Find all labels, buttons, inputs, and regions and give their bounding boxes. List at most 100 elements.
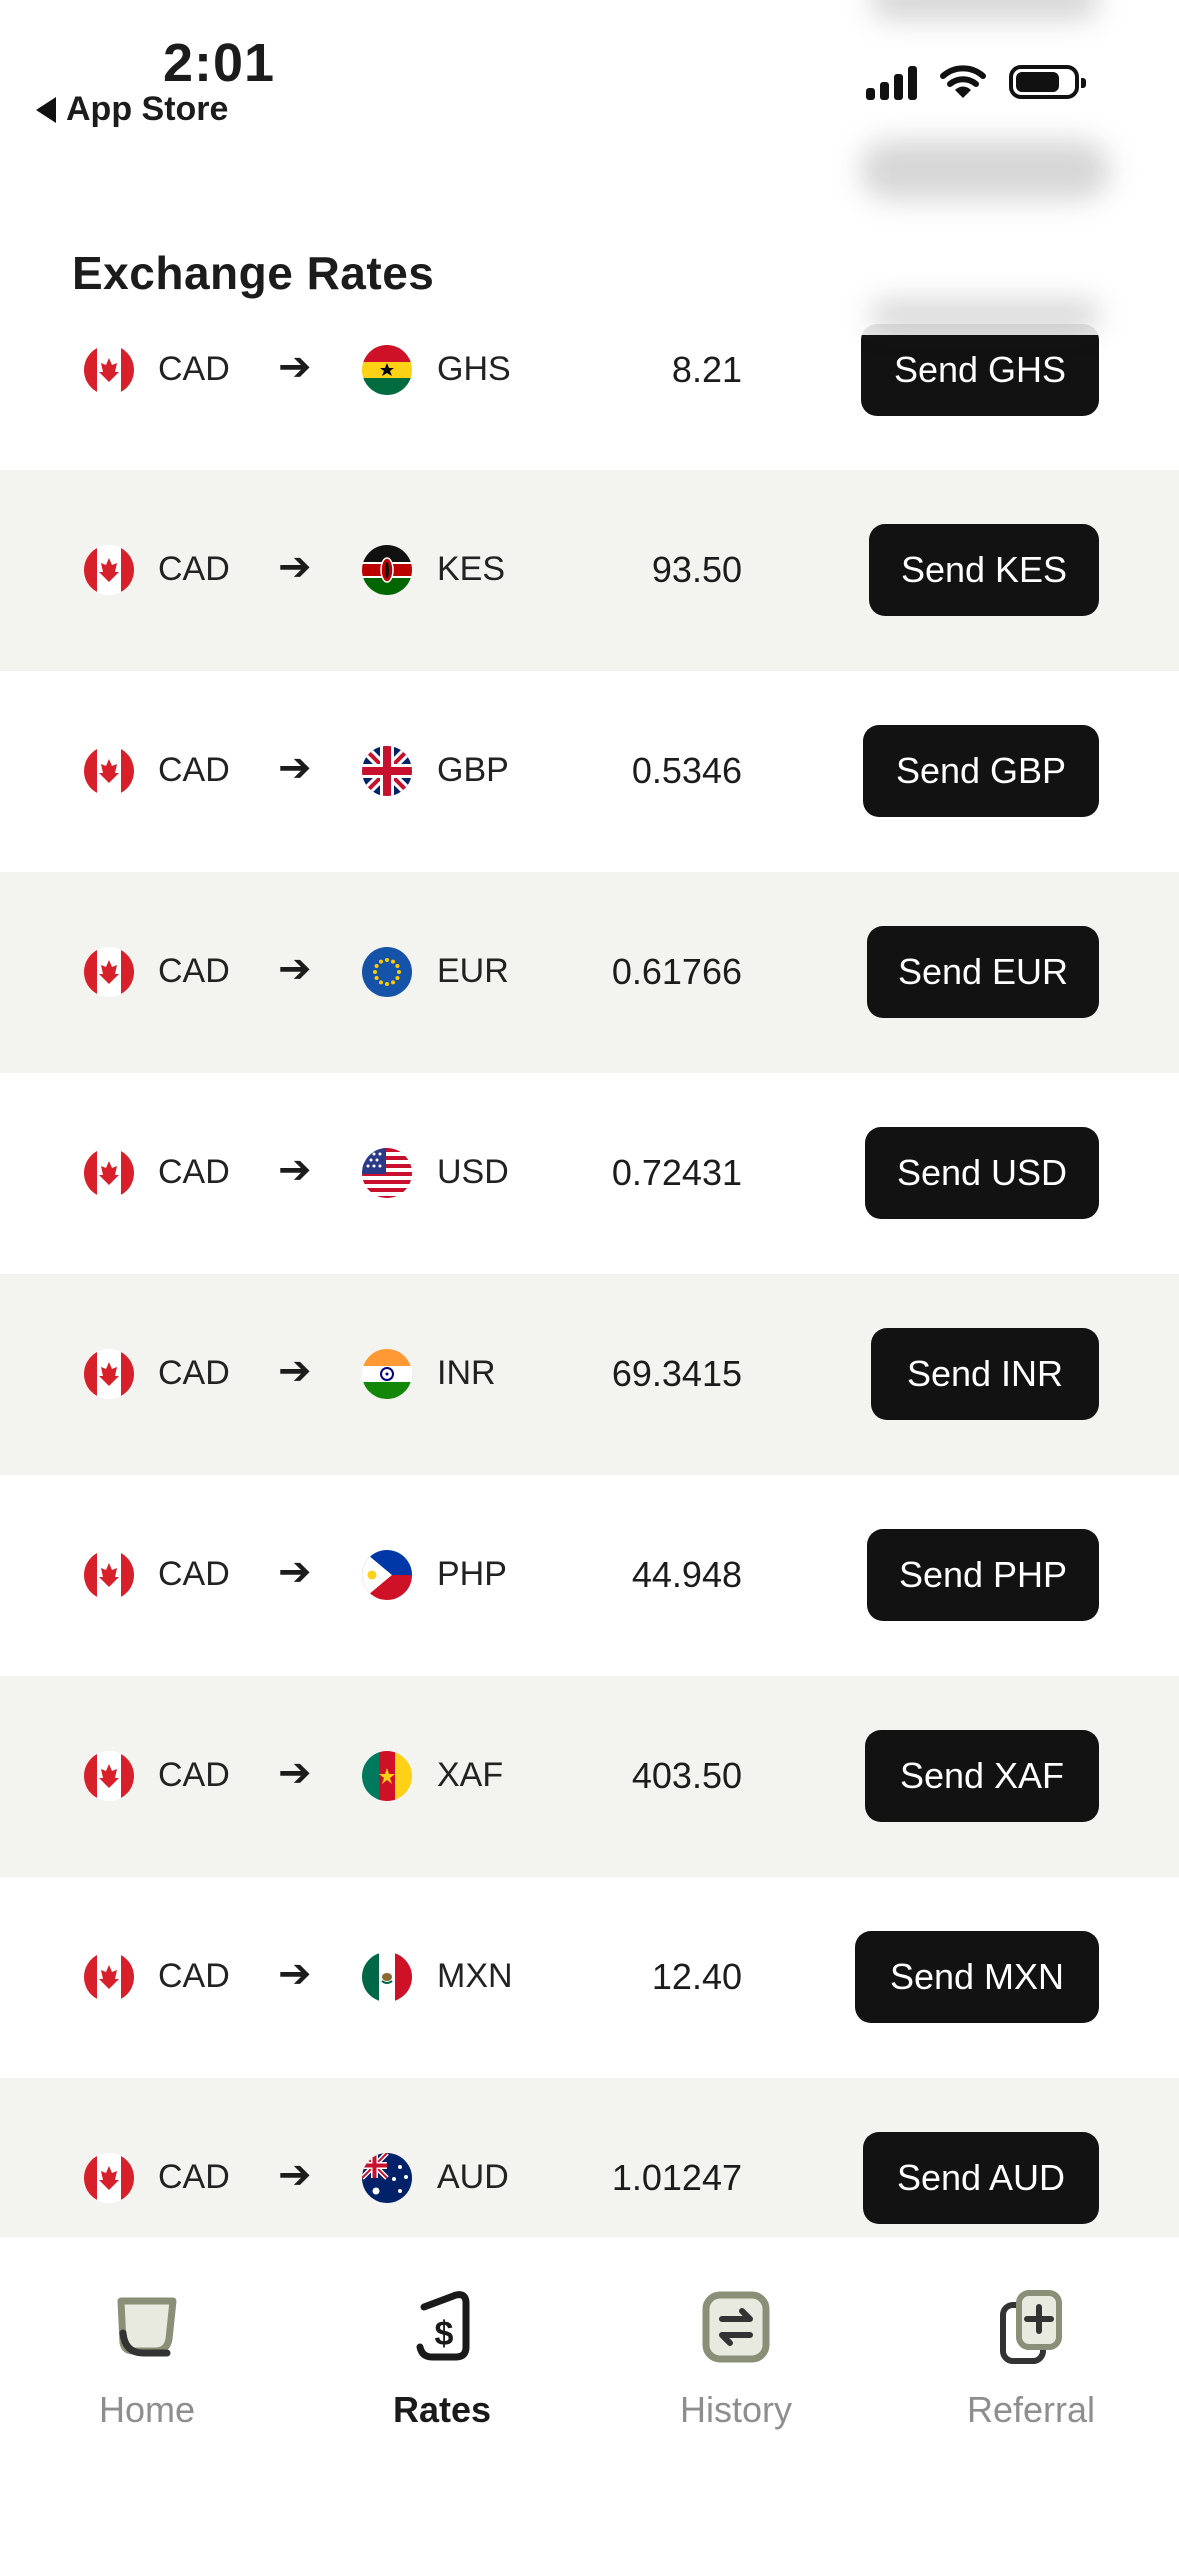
exchange-rate-value: 0.72431 — [611, 1152, 742, 1193]
rate-row: CAD ➔ USD 0.72431 Send USD — [0, 1073, 1179, 1274]
exchange-rate-value: 8.21 — [671, 349, 742, 390]
canada-flag-icon — [84, 1148, 134, 1198]
to-currency: XAF — [437, 1756, 504, 1794]
canada-flag-icon — [84, 345, 134, 395]
to-currency: GHS — [437, 350, 511, 388]
from-currency: CAD — [158, 1756, 230, 1794]
mexico-flag-icon — [362, 1952, 412, 2002]
uk-flag-icon — [362, 746, 412, 796]
to-currency: AUD — [437, 2158, 509, 2196]
from-currency: CAD — [158, 1957, 230, 1995]
status-time: 2:01 — [163, 33, 276, 93]
arrow-right-icon: ➔ — [278, 2153, 312, 2197]
scrolled-row-blur — [860, 140, 1110, 200]
send-xaf-button[interactable]: Send XAF — [865, 1730, 1099, 1822]
back-to-app-store[interactable]: App Store — [36, 90, 228, 129]
send-mxn-button[interactable]: Send MXN — [855, 1931, 1099, 2023]
from-currency: CAD — [158, 350, 230, 388]
arrow-right-icon: ➔ — [278, 746, 312, 790]
back-triangle-icon — [36, 96, 56, 123]
top-bar: 2:01 App Store Exchange Rates — [0, 0, 1179, 335]
eu-flag-icon — [362, 947, 412, 997]
to-currency: USD — [437, 1153, 509, 1191]
to-currency: EUR — [437, 952, 509, 990]
canada-flag-icon — [84, 1952, 134, 2002]
arrow-right-icon: ➔ — [278, 1550, 312, 1594]
from-currency: CAD — [158, 1354, 230, 1392]
arrow-right-icon: ➔ — [278, 1148, 312, 1192]
from-currency: CAD — [158, 2158, 230, 2196]
exchange-rate-value: 1.01247 — [611, 2157, 742, 2198]
arrow-right-icon: ➔ — [278, 1751, 312, 1795]
scrolled-row-blur — [870, 0, 1100, 20]
nav-history-label: History — [679, 2389, 792, 2430]
canada-flag-icon — [84, 545, 134, 595]
nav-referral-label: Referral — [966, 2389, 1096, 2430]
status-icons — [866, 64, 1086, 100]
from-currency: CAD — [158, 1555, 230, 1593]
rates-icon: $ — [416, 2291, 470, 2361]
exchange-rate-value: 44.948 — [631, 1554, 742, 1595]
rate-row: CAD ➔ INR 69.3415 Send INR — [0, 1274, 1179, 1475]
arrow-right-icon: ➔ — [278, 1349, 312, 1393]
referral-icon — [1000, 2290, 1062, 2364]
exchange-rate-value: 69.3415 — [611, 1353, 742, 1394]
wifi-icon — [940, 65, 986, 98]
rate-row: CAD ➔ XAF 403.50 Send XAF — [0, 1676, 1179, 1877]
send-gbp-button[interactable]: Send GBP — [863, 725, 1099, 817]
send-aud-button[interactable]: Send AUD — [863, 2132, 1099, 2224]
to-currency: MXN — [437, 1957, 513, 1995]
australia-flag-icon — [362, 2153, 412, 2203]
send-php-button[interactable]: Send PHP — [867, 1529, 1099, 1621]
to-currency: PHP — [437, 1555, 507, 1593]
from-currency: CAD — [158, 952, 230, 990]
nav-home-label: Home — [98, 2389, 196, 2430]
arrow-right-icon: ➔ — [278, 1952, 312, 1996]
exchange-rate-value: 93.50 — [651, 549, 742, 590]
send-eur-button[interactable]: Send EUR — [867, 926, 1099, 1018]
cameroon-flag-icon — [362, 1751, 412, 1801]
bottom-nav: Home $ Rates History Referral — [0, 2237, 1179, 2556]
india-flag-icon — [362, 1349, 412, 1399]
scrolled-row-blur — [870, 300, 1100, 330]
nav-history[interactable]: History — [636, 2287, 836, 2431]
arrow-right-icon: ➔ — [278, 545, 312, 589]
exchange-rate-value: 12.40 — [651, 1956, 742, 1997]
battery-icon — [1009, 65, 1086, 99]
arrow-right-icon: ➔ — [278, 947, 312, 991]
canada-flag-icon — [84, 1349, 134, 1399]
rate-row: CAD ➔ KES 93.50 Send KES — [0, 470, 1179, 671]
canada-flag-icon — [84, 2153, 134, 2203]
to-currency: KES — [437, 550, 506, 588]
history-icon — [702, 2291, 770, 2363]
rate-row: CAD ➔ EUR 0.61766 Send EUR — [0, 872, 1179, 1073]
page-title: Exchange Rates — [72, 247, 435, 299]
kenya-flag-icon — [362, 545, 412, 595]
rate-row: CAD ➔ PHP 44.948 Send PHP — [0, 1475, 1179, 1676]
canada-flag-icon — [84, 947, 134, 997]
from-currency: CAD — [158, 751, 230, 789]
back-label: App Store — [66, 90, 229, 128]
nav-rates-label: Rates — [392, 2389, 492, 2430]
svg-text:$: $ — [435, 2315, 454, 2353]
philippines-flag-icon — [362, 1550, 412, 1600]
rate-row: CAD ➔ GBP 0.5346 Send GBP — [0, 671, 1179, 872]
home-icon — [117, 2297, 177, 2357]
send-usd-button[interactable]: Send USD — [865, 1127, 1099, 1219]
send-ghs-button[interactable]: Send GHS — [861, 324, 1099, 416]
canada-flag-icon — [84, 1550, 134, 1600]
usa-flag-icon — [362, 1148, 412, 1198]
ghana-flag-icon — [362, 345, 412, 395]
to-currency: INR — [437, 1354, 496, 1392]
nav-home[interactable]: Home — [47, 2287, 247, 2431]
exchange-rate-value: 0.61766 — [611, 951, 742, 992]
signal-icon — [866, 64, 917, 100]
to-currency: GBP — [437, 751, 509, 789]
nav-referral[interactable]: Referral — [931, 2287, 1131, 2431]
nav-rates[interactable]: $ Rates — [342, 2287, 542, 2431]
send-kes-button[interactable]: Send KES — [869, 524, 1099, 616]
from-currency: CAD — [158, 550, 230, 588]
exchange-rate-value: 403.50 — [631, 1755, 742, 1796]
from-currency: CAD — [158, 1153, 230, 1191]
send-inr-button[interactable]: Send INR — [871, 1328, 1099, 1420]
